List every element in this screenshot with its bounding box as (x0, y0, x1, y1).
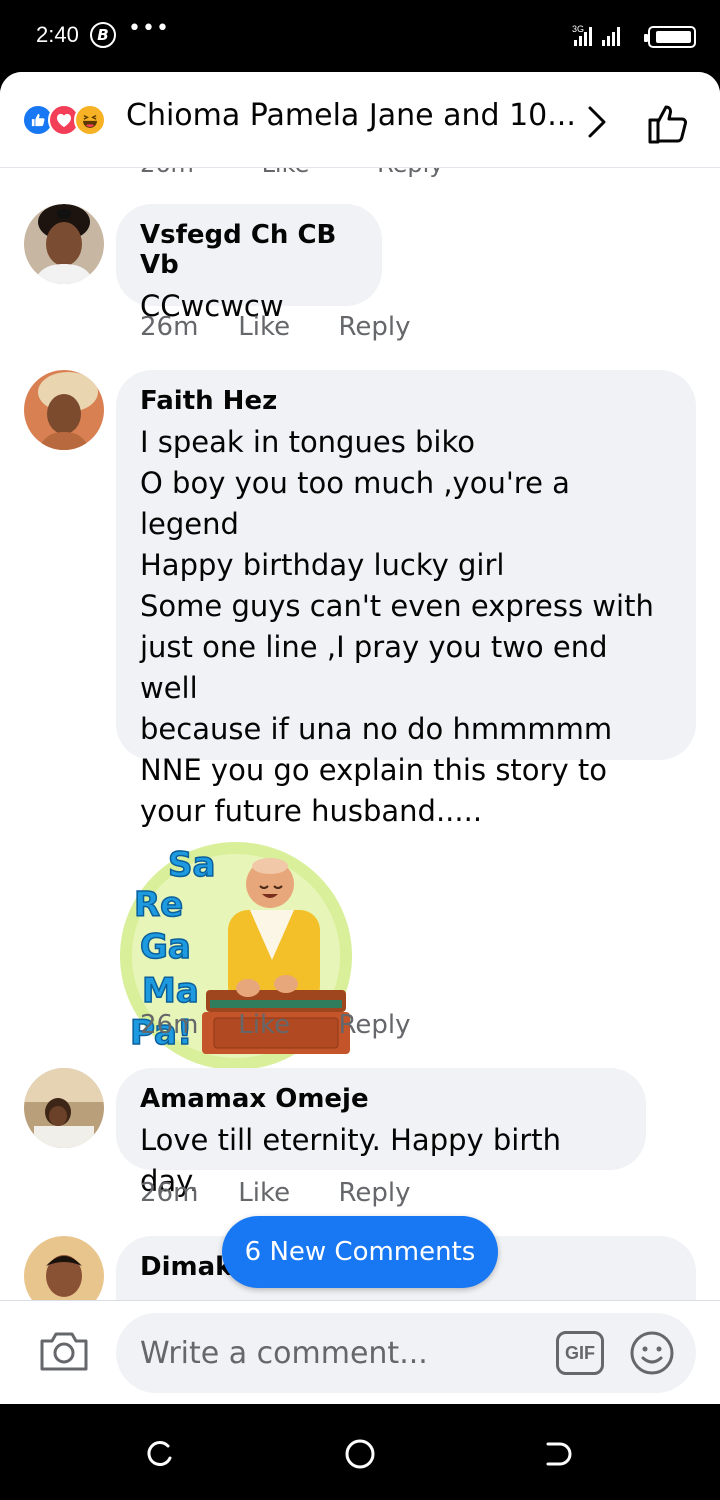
status-bar: 2:40 B ••• 3G (0, 0, 720, 72)
comment-line: Some guys can't even express with (140, 589, 654, 623)
emoji-icon[interactable] (628, 1329, 676, 1377)
more-notifications-icon: ••• (128, 16, 170, 41)
comment-bubble[interactable]: Faith Hez I speak in tongues biko O boy … (116, 370, 696, 828)
sticker-text: Re (134, 885, 183, 925)
comment-bubble[interactable]: Vsfegd Ch CB Vb CCwcwcw (116, 204, 382, 323)
comment-time: 26m (140, 312, 199, 342)
reply-link[interactable]: Reply (339, 312, 411, 342)
comment-time: 26m (140, 1010, 199, 1040)
sticker-text: Ma (142, 971, 199, 1011)
reactions-header[interactable]: Chioma Pamela Jane and 10... (0, 72, 720, 168)
comments-sheet: Chioma Pamela Jane and 10... 26m Like Re… (0, 72, 720, 1404)
comment-meta: 26m Like Reply (140, 1178, 411, 1208)
avatar[interactable] (24, 1236, 104, 1300)
comment-author[interactable]: Faith Hez (140, 386, 670, 416)
system-nav-bar (0, 1404, 720, 1500)
gif-button[interactable]: GIF (556, 1331, 604, 1375)
reaction-icons (22, 104, 122, 138)
comment-time: 26m (140, 168, 194, 178)
comment-list[interactable]: 26m Like Reply Vsfegd Ch CB Vb CCwcwcw 2… (0, 168, 720, 1300)
avatar[interactable] (24, 370, 104, 450)
comment-line: Happy birthday lucky girl (140, 548, 505, 582)
sticker-text: Ga (140, 927, 191, 967)
camera-icon[interactable] (38, 1329, 90, 1373)
reactions-summary[interactable]: Chioma Pamela Jane and 10... (126, 98, 576, 133)
comment-time: 26m (140, 1178, 199, 1208)
back-icon[interactable] (544, 1438, 576, 1470)
reply-link[interactable]: Reply (339, 1010, 411, 1040)
comment-composer: GIF (0, 1300, 720, 1404)
comment-line: because if una no do hmmmmm (140, 712, 613, 746)
comment-meta: 26m Like Reply (140, 312, 411, 342)
like-link[interactable]: Like (262, 168, 310, 178)
comment-text: I speak in tongues biko O boy you too mu… (140, 422, 670, 832)
recent-apps-icon[interactable] (144, 1438, 176, 1470)
reply-link[interactable]: Reply (339, 1178, 411, 1208)
network-type-label: 3G (572, 24, 584, 34)
clock: 2:40 (36, 22, 79, 47)
comment-author[interactable]: Amamax Omeje (140, 1084, 620, 1114)
comment-line: O boy you too much ,you're a legend (140, 466, 570, 541)
comment-input-wrap: GIF (116, 1313, 696, 1393)
comment-line: I speak in tongues biko (140, 425, 475, 459)
comment-input[interactable] (140, 1313, 540, 1393)
battery-icon (644, 26, 696, 48)
comment-line: your future husband..... (140, 794, 483, 828)
comment-meta: 26m Like Reply (140, 168, 504, 178)
avatar[interactable] (24, 1068, 104, 1148)
reply-link[interactable]: Reply (377, 168, 443, 178)
comment-meta: 26m Like Reply (140, 1010, 411, 1040)
home-icon[interactable] (344, 1438, 376, 1470)
like-icon[interactable] (644, 100, 692, 148)
like-link[interactable]: Like (238, 312, 330, 342)
sticker-text: Sa (168, 845, 215, 885)
like-link[interactable]: Like (238, 1010, 330, 1040)
comment-line: NNE you go explain this story to (140, 753, 607, 787)
notification-badge-icon: B (90, 22, 116, 48)
comment-author[interactable]: Vsfegd Ch CB Vb (140, 220, 356, 280)
like-link[interactable]: Like (238, 1178, 330, 1208)
haha-reaction-icon (74, 104, 106, 136)
chevron-right-icon[interactable] (582, 102, 612, 142)
avatar[interactable] (24, 204, 104, 284)
comment-bubble[interactable]: Amamax Omeje Love till eternity. Happy b… (116, 1068, 646, 1198)
comment-line: just one line ,I pray you two end well (140, 630, 608, 705)
new-comments-button[interactable]: 6 New Comments (222, 1216, 498, 1288)
signal-icon: 3G (572, 24, 620, 46)
